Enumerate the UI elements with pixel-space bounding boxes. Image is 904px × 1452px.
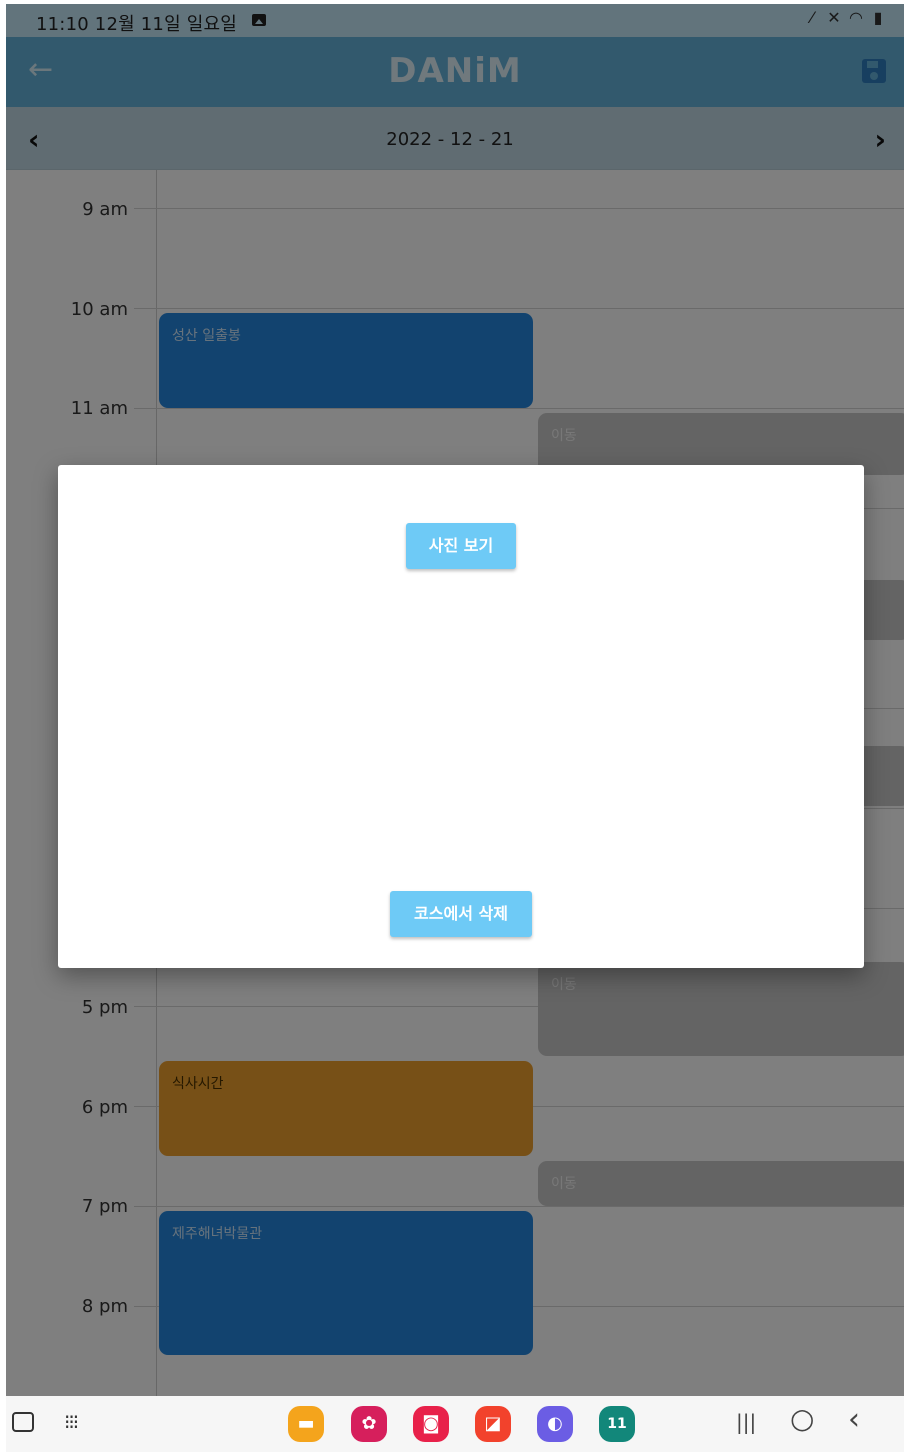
home-button[interactable]: ○ xyxy=(790,1402,814,1435)
calendar-icon[interactable]: 11 xyxy=(599,1406,635,1442)
internet-icon[interactable]: ◐ xyxy=(537,1406,573,1442)
back-button[interactable]: ‹ xyxy=(848,1402,860,1437)
device-frame: 11:10 12월 11일 일요일 ⁄ ✕ ◠ ▮ ← DANiM ‹ 2022… xyxy=(6,4,904,1452)
my-files-icon[interactable]: ▬ xyxy=(288,1406,324,1442)
navigation-bar: ⁝⁝⁝ ▬ ✿ ◙ ◪ ◐ 11 ||| ○ ‹ xyxy=(6,1396,904,1452)
delete-from-course-button[interactable]: 코스에서 삭제 xyxy=(390,891,532,937)
camera-icon[interactable]: ◙ xyxy=(413,1406,449,1442)
event-options-dialog: 사진 보기 코스에서 삭제 xyxy=(58,465,864,968)
app-drawer-icon[interactable]: ⁝⁝⁝ xyxy=(64,1410,79,1434)
notes-icon[interactable]: ◪ xyxy=(475,1406,511,1442)
bixby-icon[interactable]: ✿ xyxy=(351,1406,387,1442)
recents-button[interactable]: ||| xyxy=(736,1410,756,1434)
screenshot-tool-icon[interactable] xyxy=(12,1412,34,1432)
view-photos-button[interactable]: 사진 보기 xyxy=(406,523,516,569)
